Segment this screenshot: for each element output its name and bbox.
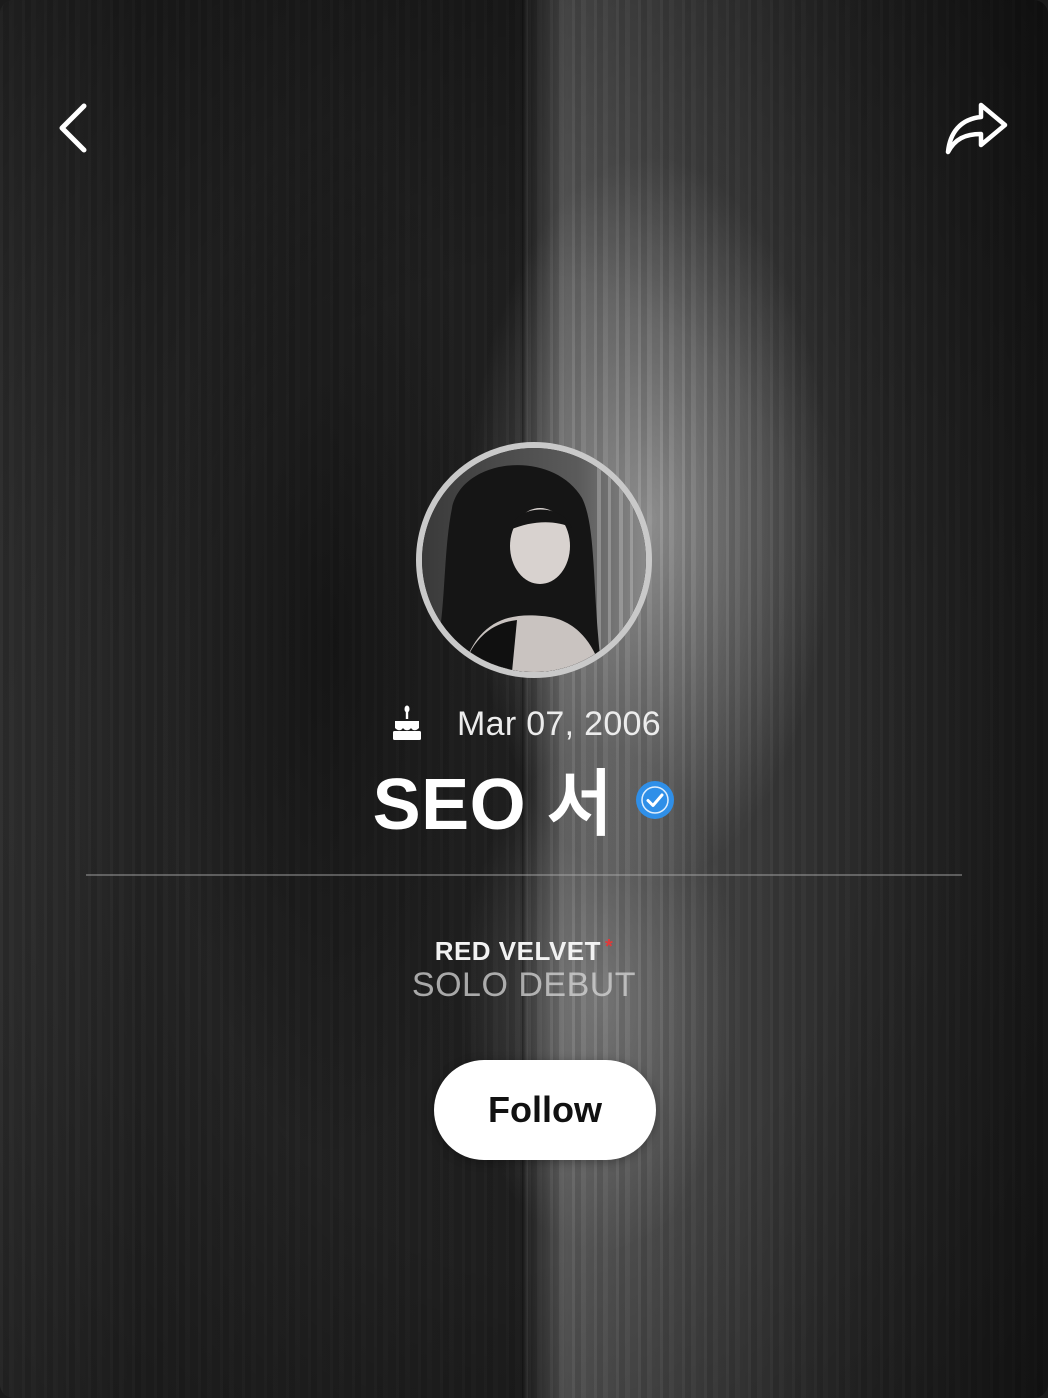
chevron-left-icon [59,103,87,153]
group-name-text: RED VELVET [434,936,602,966]
subtitle: SOLO DEBUT [411,966,637,1004]
verified-badge-icon [636,781,675,819]
birthday-date: Mar 07, 2006 [457,704,661,743]
share-button[interactable] [940,92,1012,164]
name-row: SEO 서 [0,752,1048,845]
follow-button[interactable]: Follow [434,1060,656,1160]
share-arrow-icon [945,102,1008,155]
group-marker: * [605,936,614,958]
profile-screen: Mar 07, 2006 SEO 서 RED VELVET * SOLO DEBU… [0,0,1048,1398]
avatar[interactable] [416,442,652,678]
group-name: RED VELVET * [0,936,1048,967]
profile-name: SEO 서 [372,764,614,845]
divider [86,874,962,876]
background-photo-fold [522,0,528,1398]
background-photo-texture [0,0,1048,1398]
avatar-photo [422,448,646,672]
birthday-row: Mar 07, 2006 [0,700,1048,748]
birthday-cake-icon [393,705,422,740]
background-vignette [0,0,1048,1398]
back-button[interactable] [36,92,108,164]
